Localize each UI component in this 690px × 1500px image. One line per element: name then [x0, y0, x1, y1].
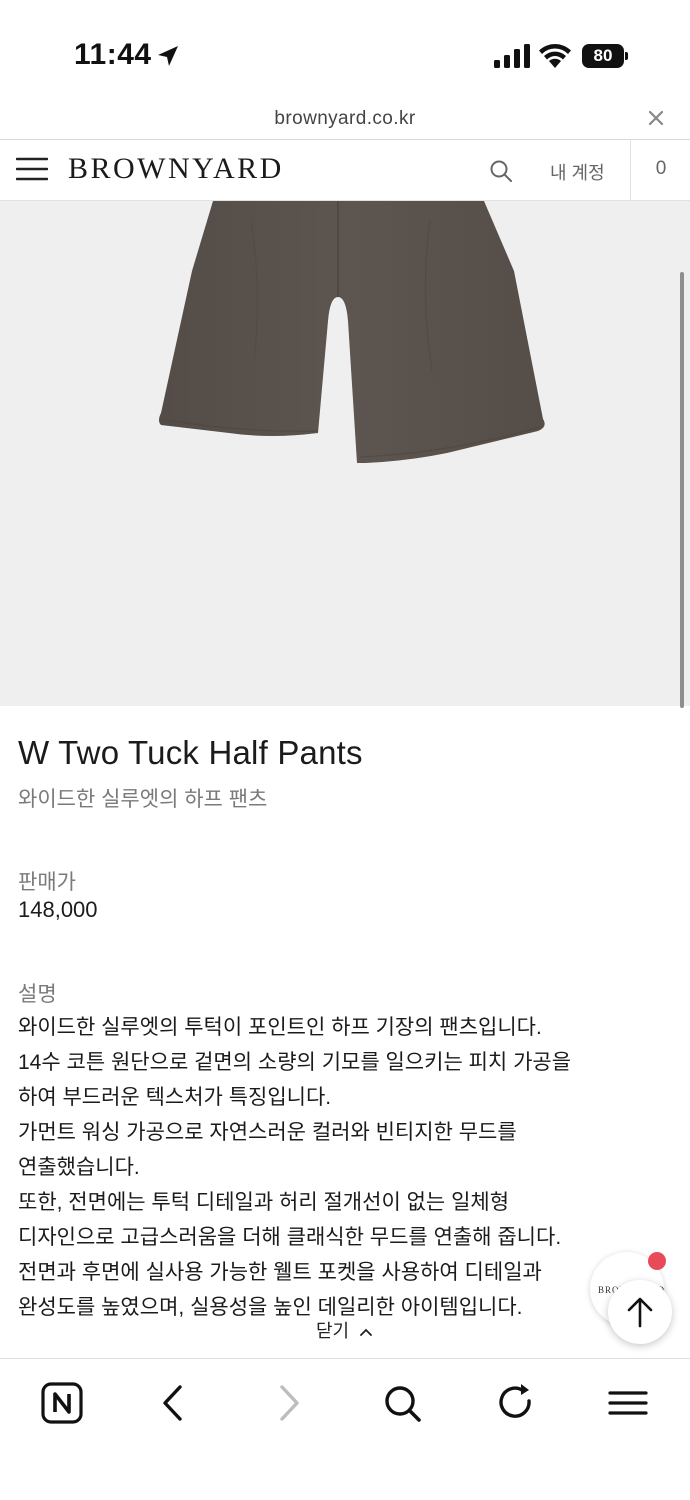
product-image [0, 201, 690, 706]
account-link[interactable]: 내 계정 [550, 159, 605, 185]
site-header: BROWNYARD 내 계정 0 [0, 140, 690, 201]
url-bar[interactable]: brownyard.co.kr [0, 100, 690, 140]
description-line: 디자인으로 고급스러움을 더해 클래식한 무드를 연출해 줍니다. [18, 1226, 562, 1249]
description-line: 14수 코튼 원단으로 겉면의 소량의 기모를 일으키는 피치 가공을 [18, 1051, 572, 1074]
description-line: 연출했습니다. [18, 1156, 140, 1179]
battery-icon: 80 [582, 44, 628, 68]
close-icon[interactable] [644, 106, 668, 130]
product-title: W Two Tuck Half Pants [18, 734, 363, 771]
naver-n-icon[interactable] [40, 1381, 84, 1425]
description-line: 또한, 전면에는 투턱 디테일과 허리 절개선이 없는 일체형 [18, 1191, 510, 1214]
battery-level: 80 [593, 46, 613, 65]
cart-count: 0 [655, 158, 667, 179]
signal-icon [494, 44, 530, 68]
price-label: 판매가 [18, 871, 76, 894]
description-line: 와이드한 실루엣의 투턱이 포인트인 하프 기장의 팬츠입니다. [18, 1016, 542, 1039]
back-chevron-icon[interactable] [152, 1381, 196, 1425]
browser-toolbar [0, 1358, 690, 1500]
hamburger-menu-icon[interactable] [16, 156, 48, 182]
scroll-to-top-button[interactable] [608, 1280, 672, 1344]
notification-dot [648, 1252, 666, 1270]
description-line: 전면과 후면에 실사용 가능한 웰트 포켓을 사용하여 디테일과 [18, 1261, 542, 1284]
status-bar: 11:44 80 [0, 0, 690, 100]
arrow-up-icon [627, 1297, 653, 1328]
refresh-icon[interactable] [494, 1381, 538, 1425]
forward-chevron-icon[interactable] [266, 1381, 310, 1425]
brand-logo[interactable]: BROWNYARD [68, 152, 284, 186]
location-arrow-icon [158, 46, 178, 66]
product-description: 와이드한 실루엣의 투턱이 포인트인 하프 기장의 팬츠입니다. 14수 코튼 … [18, 1010, 658, 1325]
menu-icon[interactable] [606, 1381, 650, 1425]
search-icon[interactable] [380, 1381, 424, 1425]
scrollbar[interactable] [680, 272, 684, 708]
product-subtitle: 와이드한 실루엣의 하프 팬츠 [18, 788, 268, 811]
description-line: 가먼트 워싱 가공으로 자연스러운 컬러와 빈티지한 무드를 [18, 1121, 517, 1144]
search-icon[interactable] [488, 158, 514, 184]
status-time: 11:44 [74, 38, 152, 71]
description-label: 설명 [18, 983, 57, 1006]
chevron-up-icon [360, 1328, 373, 1336]
collapse-label: 닫기 [316, 1321, 350, 1341]
collapse-button[interactable]: 닫기 [316, 1317, 373, 1343]
wifi-icon [539, 44, 571, 68]
url-domain[interactable]: brownyard.co.kr [0, 108, 690, 130]
cart-button[interactable]: 0 [630, 140, 690, 200]
pants-photo [159, 201, 545, 463]
price-value: 148,000 [18, 897, 98, 922]
description-line: 하여 부드러운 텍스처가 특징입니다. [18, 1086, 332, 1109]
